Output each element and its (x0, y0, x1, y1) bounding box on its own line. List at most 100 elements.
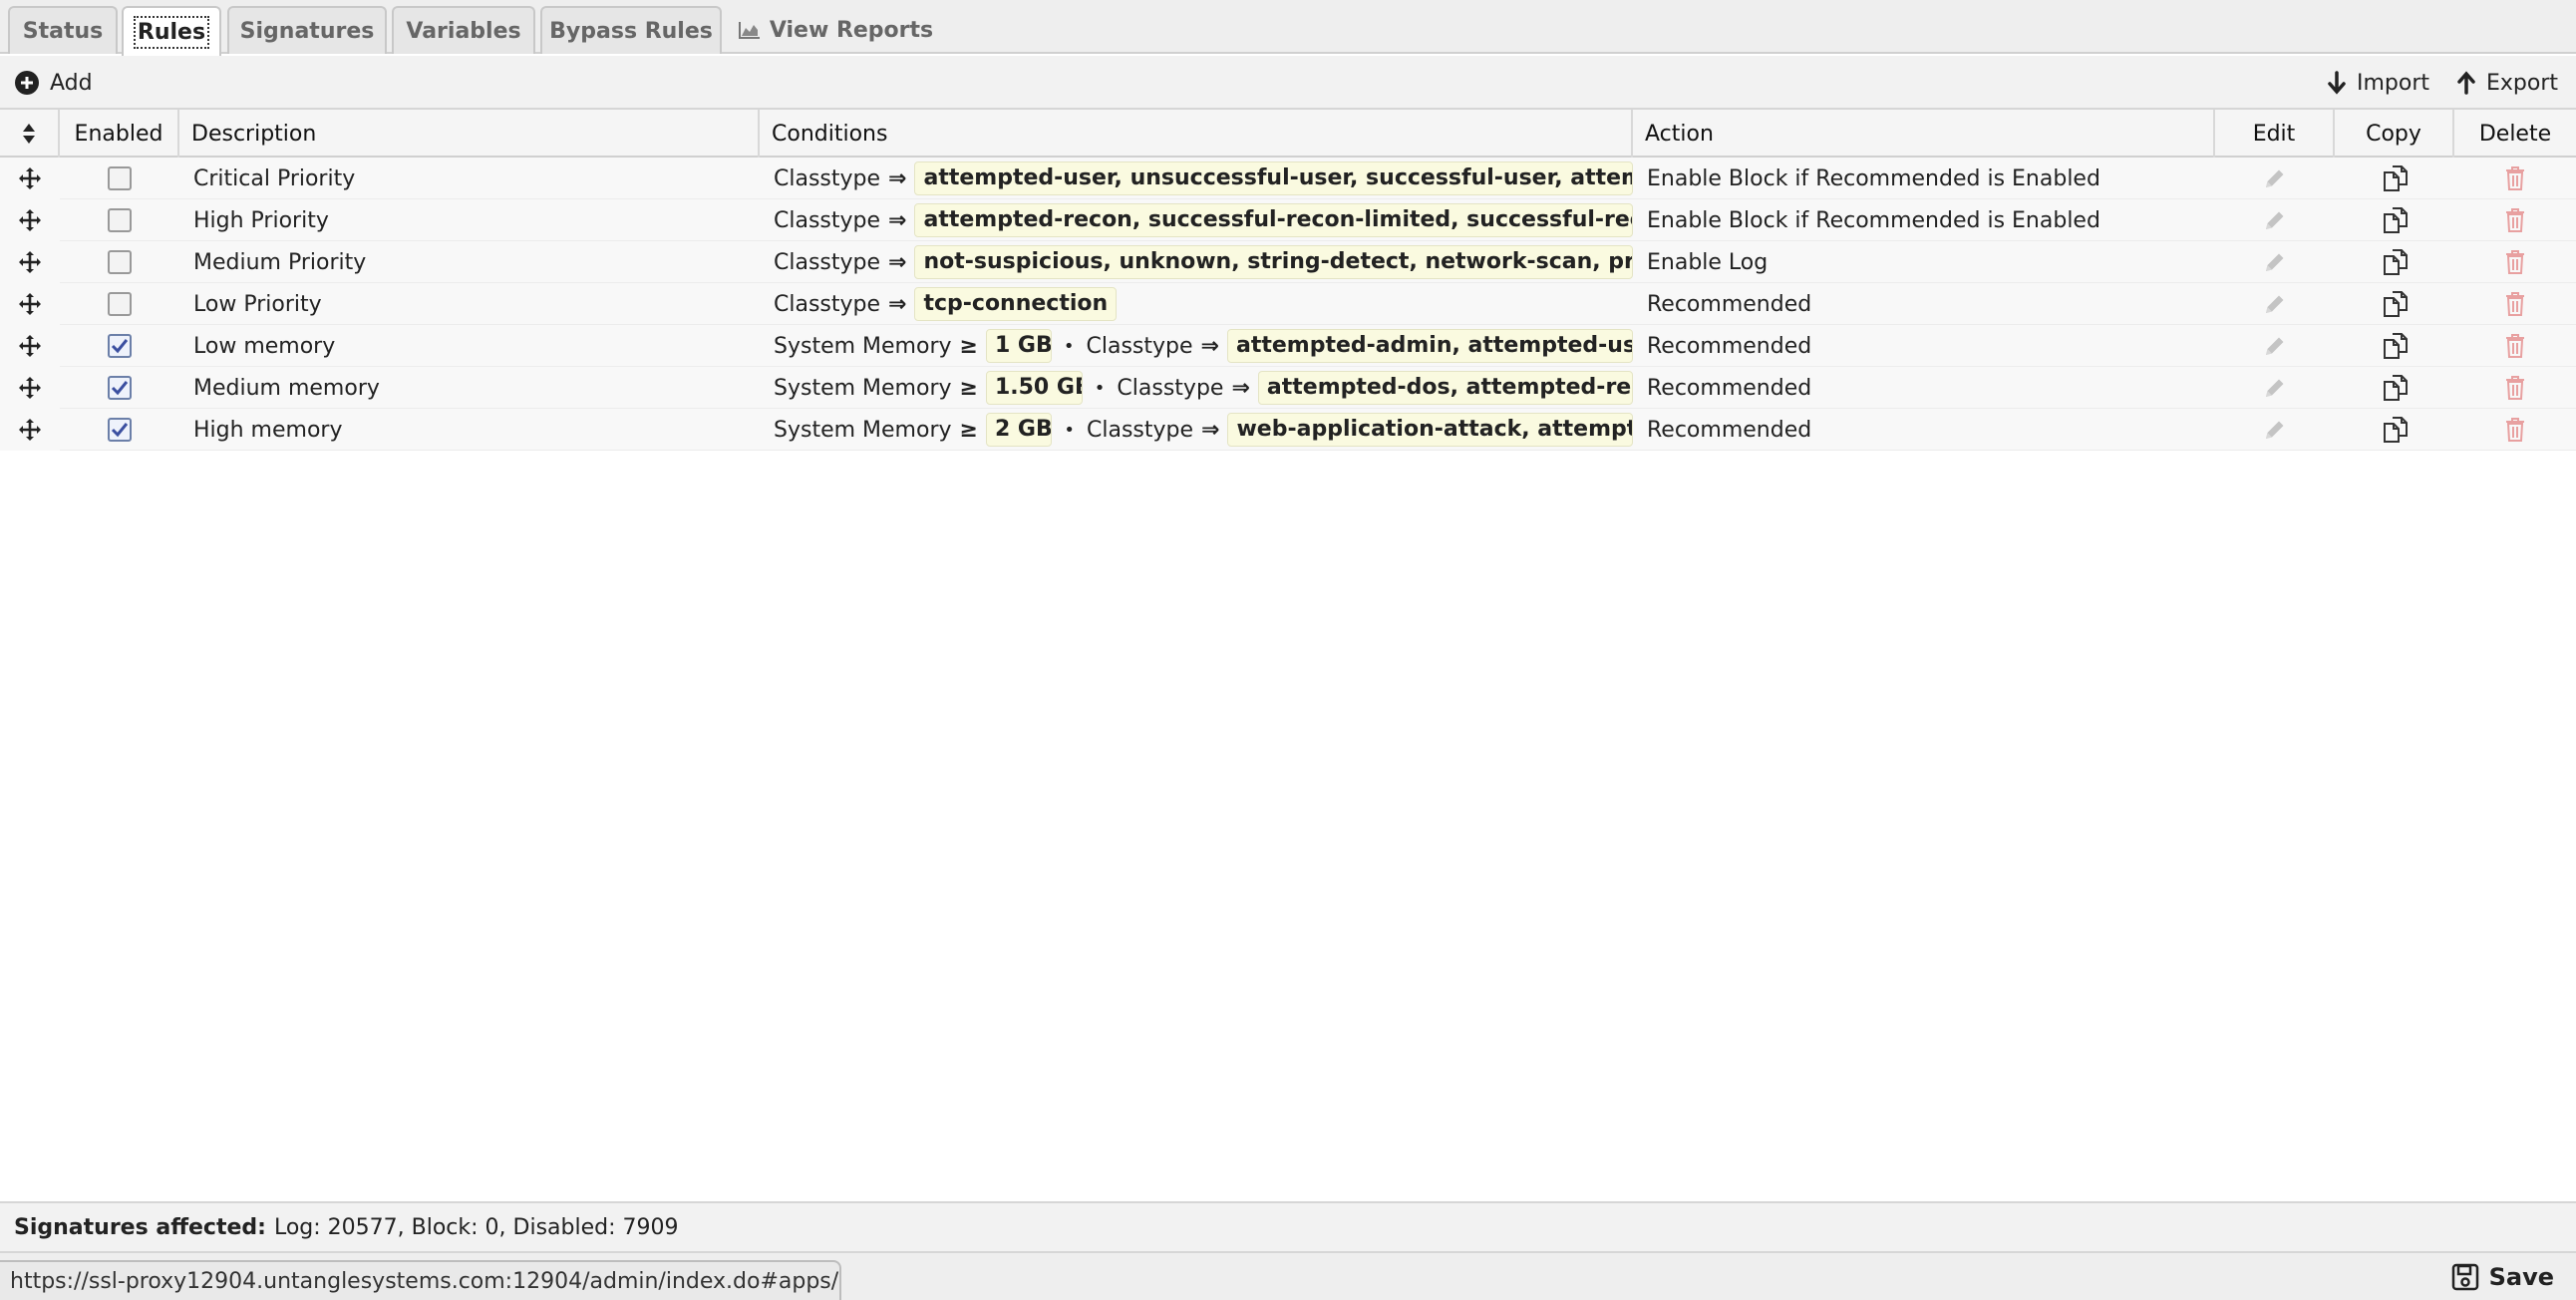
tab-view-reports[interactable]: View Reports (736, 6, 935, 54)
pencil-icon[interactable] (2215, 325, 2335, 367)
conditions-column-header[interactable]: Conditions (760, 110, 1633, 158)
condition-operator: ≥ (959, 417, 978, 443)
trash-icon[interactable] (2455, 367, 2575, 409)
tab-bypass-rules[interactable]: Bypass Rules (540, 6, 722, 54)
export-button[interactable]: Export (2456, 56, 2558, 110)
rule-conditions: System Memory ≥1.50 GB • Classtype ⇒ attempte… (774, 367, 1633, 409)
rule-description: High memory (193, 417, 343, 443)
sort-column-header[interactable] (0, 110, 60, 158)
enabled-cell (60, 283, 179, 325)
table-row[interactable]: Medium Priority Classtype ⇒ not-suspicious,… (0, 241, 2576, 283)
condition-key: Classtype (774, 291, 881, 317)
trash-icon[interactable] (2455, 241, 2575, 283)
import-button[interactable]: Import (2327, 56, 2429, 110)
enabled-checkbox[interactable] (108, 334, 132, 358)
enabled-checkbox[interactable] (108, 250, 132, 274)
rule-action: Enable Block if Recommended is Enabled (1647, 207, 2100, 233)
rule-conditions: System Memory ≥2 GB • Classtype ⇒ web-applica… (774, 409, 1633, 451)
grid-toolbar: Add Import Export (0, 56, 2576, 110)
copy-icon[interactable] (2336, 325, 2455, 367)
condition-separator: • (1063, 335, 1075, 357)
enabled-checkbox[interactable] (108, 292, 132, 316)
trash-icon[interactable] (2455, 283, 2575, 325)
pencil-icon[interactable] (2215, 367, 2335, 409)
signatures-summary: Signatures affected: Log: 20577, Block: … (0, 1201, 2576, 1251)
copy-icon[interactable] (2336, 241, 2455, 283)
action-column-header[interactable]: Action (1633, 110, 2215, 158)
trash-icon[interactable] (2455, 158, 2575, 199)
tab-variables[interactable]: Variables (392, 6, 535, 54)
copy-icon[interactable] (2336, 409, 2455, 451)
pencil-icon[interactable] (2215, 158, 2335, 199)
copy-icon[interactable] (2336, 367, 2455, 409)
table-row[interactable]: Low memory System Memory ≥1 GB • Classtype ⇒ a… (0, 325, 2576, 367)
enabled-column-header[interactable]: Enabled (60, 110, 179, 158)
condition-operator: ≥ (959, 375, 978, 401)
condition-separator: • (1064, 419, 1076, 441)
pencil-icon[interactable] (2215, 199, 2335, 241)
table-row[interactable]: Critical Priority Classtype ⇒ attempted-use… (0, 158, 2576, 199)
rule-description: Medium Priority (193, 249, 367, 275)
condition-value: not-suspicious, unknown, string-detect, … (914, 245, 1633, 279)
rule-description: Critical Priority (193, 165, 356, 191)
tab-rules[interactable]: Rules (122, 6, 221, 56)
condition-key: Classtype (774, 207, 881, 233)
drag-handle-icon[interactable] (0, 241, 60, 283)
copy-icon[interactable] (2336, 199, 2455, 241)
table-row[interactable]: Low Priority Classtype ⇒ tcp-connection Reco… (0, 283, 2576, 325)
description-column-header[interactable]: Description (179, 110, 760, 158)
condition-key: System Memory (774, 375, 952, 401)
checkmark-icon (111, 423, 129, 438)
copy-icon[interactable] (2336, 283, 2455, 325)
pencil-icon[interactable] (2215, 283, 2335, 325)
condition-separator: • (1094, 377, 1106, 399)
drag-handle-icon[interactable] (0, 158, 60, 199)
enabled-checkbox[interactable] (108, 208, 132, 232)
save-button[interactable]: Save (2451, 1253, 2554, 1300)
trash-icon[interactable] (2455, 199, 2575, 241)
table-row[interactable]: High Priority Classtype ⇒ attempted-recon, … (0, 199, 2576, 241)
enabled-cell (60, 409, 179, 451)
condition-key: Classtype (1087, 417, 1194, 443)
trash-icon[interactable] (2455, 325, 2575, 367)
condition-value: attempted-recon, successful-recon-limite… (914, 203, 1633, 237)
drag-handle-icon[interactable] (0, 325, 60, 367)
enabled-checkbox[interactable] (108, 376, 132, 400)
enabled-cell (60, 241, 179, 283)
condition-value: 2 GB (985, 413, 1053, 447)
table-row[interactable]: Medium memory System Memory ≥1.50 GB • Class… (0, 367, 2576, 409)
rule-description: Low Priority (193, 291, 322, 317)
rule-action: Enable Log (1647, 249, 1769, 275)
tab-signatures[interactable]: Signatures (227, 6, 387, 54)
enabled-checkbox[interactable] (108, 418, 132, 442)
copy-icon[interactable] (2336, 158, 2455, 199)
drag-handle-icon[interactable] (0, 199, 60, 241)
condition-value: 1 GB (985, 329, 1052, 363)
drag-handle-icon[interactable] (0, 283, 60, 325)
condition-value: attempted-admin, attempted-user, i… (1226, 329, 1633, 363)
enabled-checkbox[interactable] (108, 166, 132, 190)
sort-icon (23, 124, 35, 144)
tab-status[interactable]: Status (8, 6, 118, 54)
condition-key: Classtype (1086, 333, 1193, 359)
pencil-icon[interactable] (2215, 241, 2335, 283)
copy-column-header: Copy (2335, 110, 2454, 158)
checkmark-icon (111, 339, 129, 354)
trash-icon[interactable] (2455, 409, 2575, 451)
drag-handle-icon[interactable] (0, 367, 60, 409)
rule-description: High Priority (193, 207, 329, 233)
condition-key: Classtype (1117, 375, 1224, 401)
condition-key: System Memory (774, 417, 952, 443)
table-row[interactable]: High memory System Memory ≥2 GB • Classtype ⇒… (0, 409, 2576, 451)
delete-column-header: Delete (2478, 121, 2552, 147)
condition-operator: ⇒ (888, 207, 907, 233)
chart-area-icon (738, 22, 760, 39)
arrow-up-icon (2457, 71, 2475, 95)
condition-operator: ⇒ (888, 291, 907, 317)
add-button[interactable]: Add (14, 56, 93, 110)
pencil-icon[interactable] (2215, 409, 2335, 451)
drag-handle-icon[interactable] (0, 409, 60, 451)
rule-action: Recommended (1647, 375, 1812, 401)
condition-operator: ≥ (959, 333, 978, 359)
plus-circle-icon (15, 71, 39, 95)
